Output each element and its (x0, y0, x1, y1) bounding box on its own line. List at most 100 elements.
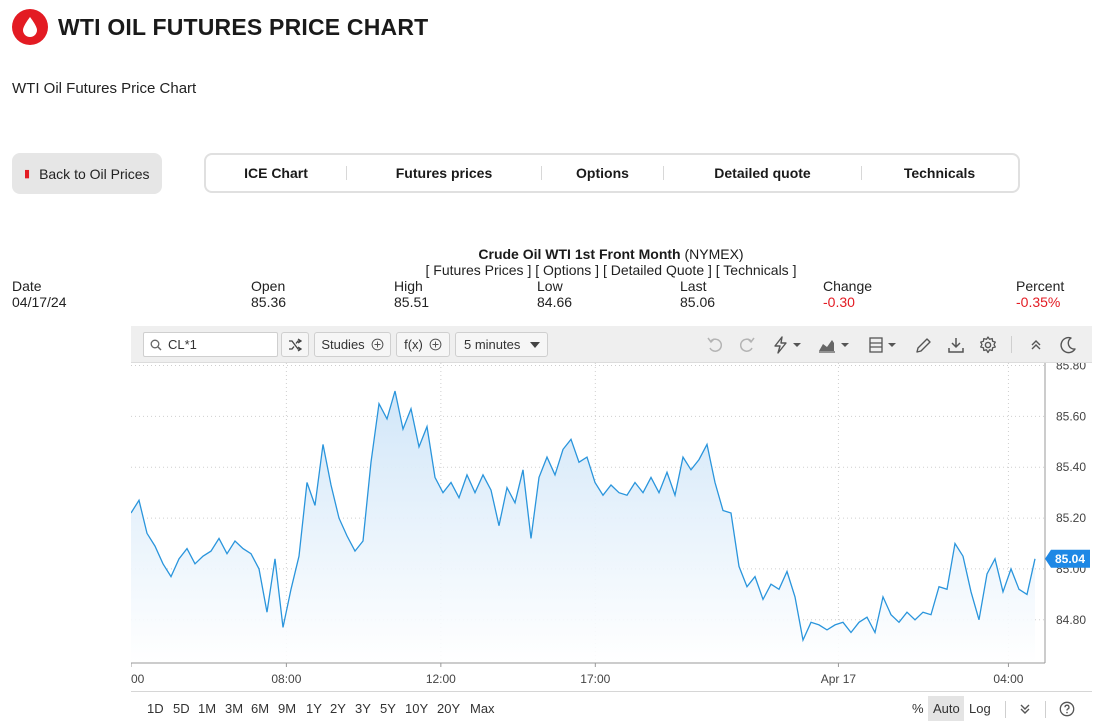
shuffle-icon (289, 337, 302, 352)
exchange-name: (NYMEX) (684, 246, 744, 262)
x-tick-label: Apr 17 (821, 672, 857, 686)
symbol-search-input[interactable]: CL*1 (143, 332, 278, 357)
studies-button[interactable]: Studies (314, 332, 391, 357)
tab-futures-prices[interactable]: Futures prices (347, 165, 541, 181)
quote-links: [ Futures Prices ] [ Options ] [ Detaile… (0, 262, 1099, 278)
date-label: Date (12, 278, 42, 294)
range-3y[interactable]: 3Y (355, 701, 371, 716)
range-3m[interactable]: 3M (225, 701, 243, 716)
range-1y[interactable]: 1Y (306, 701, 322, 716)
pencil-icon[interactable] (914, 335, 934, 355)
compare-button[interactable] (281, 332, 309, 357)
back-button-label: Back to Oil Prices (39, 165, 150, 182)
scale-percent[interactable]: % (912, 701, 924, 716)
quote-change: Change -0.30 (823, 278, 872, 310)
percent-label: Percent (1016, 278, 1065, 294)
y-tick-label: 85.40 (1056, 460, 1086, 474)
instrument-name: Crude Oil WTI 1st Front Month (478, 246, 681, 262)
page-subtitle: WTI Oil Futures Price Chart (12, 80, 197, 97)
interval-dropdown[interactable]: 5 minutes (455, 332, 548, 357)
link-futures-prices[interactable]: [ Futures Prices ] (426, 262, 532, 278)
plus-circle-icon (429, 338, 442, 351)
high-label: High (394, 278, 423, 294)
percent-value: -0.35% (1016, 294, 1061, 310)
link-options[interactable]: [ Options ] (535, 262, 599, 278)
tab-options[interactable]: Options (542, 165, 663, 181)
download-icon[interactable] (946, 335, 966, 355)
quote-date: Date 04/17/24 (12, 278, 67, 310)
chart-toolbar: CL*1 Studies f(x) 5 minutes (131, 326, 1092, 363)
quote-open: Open 85.36 (251, 278, 286, 310)
toolbar-divider (1011, 336, 1012, 353)
range-1d[interactable]: 1D (147, 701, 164, 716)
low-value: 84.66 (537, 294, 573, 310)
change-value: -0.30 (823, 294, 855, 310)
caret-down-icon (530, 341, 541, 348)
low-label: Low (537, 278, 563, 294)
open-label: Open (251, 278, 286, 294)
range-2y[interactable]: 2Y (330, 701, 346, 716)
redo-icon[interactable] (737, 335, 757, 355)
oil-drop-icon (12, 9, 48, 45)
link-technicals[interactable]: [ Technicals ] (716, 262, 797, 278)
scale-log[interactable]: Log (969, 701, 991, 716)
range-5y[interactable]: 5Y (380, 701, 396, 716)
range-5d[interactable]: 5D (173, 701, 190, 716)
tab-ice-chart[interactable]: ICE Chart (206, 165, 346, 181)
gear-icon[interactable] (978, 335, 998, 355)
plus-circle-icon (371, 338, 384, 351)
range-1m[interactable]: 1M (198, 701, 216, 716)
x-tick-label: 00 (131, 672, 145, 686)
quote-percent: Percent -0.35% (1016, 278, 1064, 310)
scale-auto[interactable]: Auto (933, 701, 960, 716)
symbol-value: CL*1 (168, 337, 197, 352)
quote-title: Crude Oil WTI 1st Front Month (NYMEX) (0, 246, 1099, 262)
chart-tabs: ICE Chart Futures prices Options Detaile… (204, 153, 1020, 193)
open-value: 85.36 (251, 294, 287, 310)
collapse-icon[interactable] (1026, 335, 1046, 355)
quote-high: High 85.51 (394, 278, 429, 310)
last-price-label: 85.04 (1055, 552, 1085, 566)
change-label: Change (823, 278, 873, 294)
range-10y[interactable]: 10Y (405, 701, 428, 716)
undo-icon[interactable] (705, 335, 725, 355)
back-arrow-icon: ▮ (24, 168, 31, 180)
page-header: WTI OIL FUTURES PRICE CHART (12, 9, 428, 45)
last-price-badge: 85.04 (1045, 549, 1090, 568)
tab-technicals[interactable]: Technicals (862, 165, 1017, 181)
search-icon (150, 339, 162, 350)
x-tick-label: 04:00 (993, 672, 1023, 686)
studies-label: Studies (321, 337, 365, 352)
range-max[interactable]: Max (470, 701, 495, 716)
y-tick-label: 85.60 (1056, 409, 1086, 423)
help-icon[interactable] (1059, 701, 1075, 717)
chart-type-icon[interactable] (817, 335, 851, 355)
scale-divider (1045, 701, 1046, 718)
y-tick-label: 85.80 (1056, 363, 1086, 373)
range-20y[interactable]: 20Y (437, 701, 460, 716)
price-chart-svg: 85.8085.6085.4085.2085.0084.8000 08:00 12:… (130, 359, 1090, 686)
date-value: 04/17/24 (12, 294, 67, 310)
range-bar: 1D 5D 1M 3M 6M 9M 1Y 2Y 3Y 5Y 10Y 20Y Ma… (131, 691, 1092, 726)
tab-detailed-quote[interactable]: Detailed quote (664, 165, 861, 181)
last-value: 85.06 (680, 294, 716, 310)
scale-divider (1005, 701, 1006, 718)
back-to-oil-prices-button[interactable]: ▮ Back to Oil Prices (12, 153, 162, 194)
page-title: WTI OIL FUTURES PRICE CHART (58, 13, 429, 40)
layout-icon[interactable] (867, 335, 899, 355)
range-6m[interactable]: 6M (251, 701, 269, 716)
quote-low: Low 84.66 (537, 278, 572, 310)
dark-mode-icon[interactable] (1058, 335, 1078, 355)
x-tick-label: 17:00 (580, 672, 610, 686)
last-label: Last (680, 278, 707, 294)
function-label: f(x) (404, 337, 423, 352)
lightning-icon[interactable] (771, 335, 803, 355)
link-detailed-quote[interactable]: [ Detailed Quote ] (603, 262, 712, 278)
y-tick-label: 85.20 (1056, 511, 1086, 525)
high-value: 85.51 (394, 294, 430, 310)
function-button[interactable]: f(x) (396, 332, 450, 357)
price-chart[interactable]: 85.80 85.60 85.40 85.20 85.00 84.80 00 08:00 12:… (130, 359, 1092, 691)
interval-label: 5 minutes (464, 337, 521, 352)
chevrons-down-icon[interactable] (1018, 702, 1032, 716)
range-9m[interactable]: 9M (278, 701, 296, 716)
